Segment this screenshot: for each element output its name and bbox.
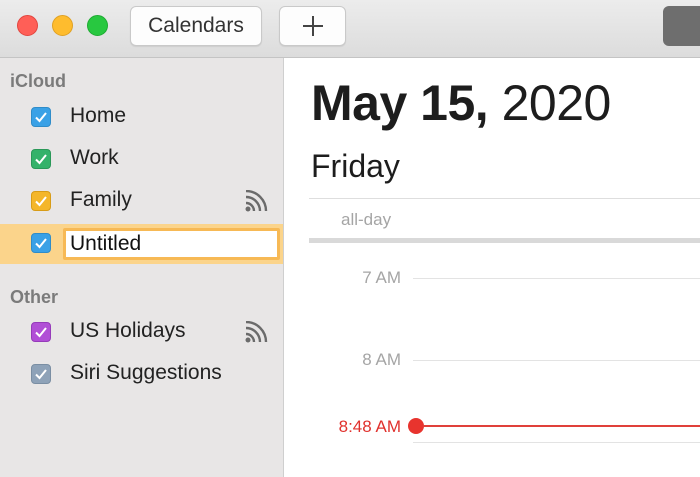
divider bbox=[309, 198, 700, 199]
hour-gridline[interactable] bbox=[413, 442, 700, 443]
checkmark-icon bbox=[35, 238, 47, 249]
calendar-name-input[interactable] bbox=[63, 228, 280, 260]
day-view: May 15, 2020 Friday all-day 7 AM 8 AM 8:… bbox=[285, 58, 700, 477]
all-day-label[interactable]: all-day bbox=[341, 210, 391, 230]
minimize-window-button[interactable] bbox=[52, 15, 73, 36]
calendar-item-family[interactable]: Family bbox=[0, 182, 283, 222]
section-heading-other: Other bbox=[10, 287, 59, 307]
checkmark-icon bbox=[35, 327, 47, 338]
calendars-button-label: Calendars bbox=[148, 14, 244, 37]
date-heading: May 15, 2020 bbox=[311, 74, 611, 132]
all-day-divider bbox=[309, 238, 700, 243]
section-heading-icloud: iCloud bbox=[10, 71, 66, 91]
checkmark-icon bbox=[35, 196, 47, 207]
current-time-label: 8:48 AM bbox=[338, 417, 401, 436]
calendars-button[interactable]: Calendars bbox=[130, 6, 262, 46]
calendar-checkbox[interactable] bbox=[31, 149, 51, 169]
date-month-day: May 15, bbox=[311, 75, 489, 131]
current-time-dot bbox=[408, 418, 424, 434]
shared-calendar-icon bbox=[245, 190, 268, 212]
calendar-item-label: Home bbox=[70, 104, 127, 127]
calendar-item-us-holidays[interactable]: US Holidays bbox=[0, 313, 283, 353]
calendar-checkbox[interactable] bbox=[31, 107, 51, 127]
calendar-item-untitled[interactable] bbox=[0, 224, 283, 264]
calendar-sidebar: iCloud Home Work Family Other bbox=[0, 58, 284, 477]
calendar-item-label: US Holidays bbox=[70, 319, 186, 342]
window-toolbar: Calendars bbox=[0, 0, 700, 58]
zoom-window-button[interactable] bbox=[87, 15, 108, 36]
add-event-button[interactable] bbox=[279, 6, 346, 46]
checkmark-icon bbox=[35, 369, 47, 380]
weekday-label: Friday bbox=[311, 148, 400, 184]
hour-label-8am: 8 AM bbox=[362, 350, 401, 369]
calendar-checkbox[interactable] bbox=[31, 364, 51, 384]
calendar-item-label: Siri Suggestions bbox=[70, 361, 222, 384]
date-year: 2020 bbox=[501, 75, 612, 131]
toolbar-segment-button[interactable] bbox=[663, 6, 700, 46]
current-time-line bbox=[423, 425, 700, 427]
checkmark-icon bbox=[35, 112, 47, 123]
checkmark-icon bbox=[35, 154, 47, 165]
calendar-item-home[interactable]: Home bbox=[0, 98, 283, 138]
hour-gridline[interactable] bbox=[413, 360, 700, 361]
shared-calendar-icon bbox=[245, 321, 268, 343]
calendar-item-work[interactable]: Work bbox=[0, 140, 283, 180]
plus-icon bbox=[302, 16, 323, 36]
calendar-item-label: Work bbox=[70, 146, 119, 169]
hour-label-7am: 7 AM bbox=[362, 268, 401, 287]
calendar-checkbox[interactable] bbox=[31, 233, 51, 253]
calendar-item-label: Family bbox=[70, 188, 132, 211]
calendar-checkbox[interactable] bbox=[31, 191, 51, 211]
hour-gridline[interactable] bbox=[413, 278, 700, 279]
calendar-checkbox[interactable] bbox=[31, 322, 51, 342]
close-window-button[interactable] bbox=[17, 15, 38, 36]
calendar-item-siri-suggestions[interactable]: Siri Suggestions bbox=[0, 355, 283, 395]
